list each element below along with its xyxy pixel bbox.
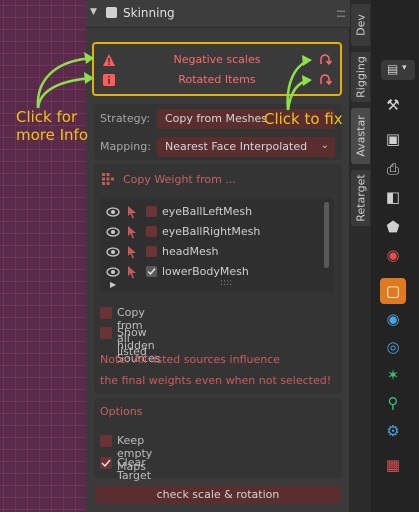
mapping-label: Mapping: bbox=[100, 140, 151, 153]
tab-label: Avastar bbox=[354, 115, 367, 157]
options-label: Options bbox=[100, 405, 143, 418]
constraints-icon: ⚲ bbox=[387, 394, 399, 412]
scene-icon: ⬟ bbox=[386, 218, 400, 236]
source-name: eyeBallLeftMesh bbox=[162, 205, 253, 218]
particles-tab[interactable]: ◎ bbox=[380, 334, 406, 360]
check-scale-rotation-button[interactable]: check scale & rotation bbox=[95, 486, 341, 504]
vertex-group-icon bbox=[102, 173, 114, 185]
eye-icon[interactable] bbox=[106, 266, 120, 278]
fix-arrow-icon[interactable] bbox=[318, 73, 332, 87]
collapse-chevron-icon[interactable]: ▼ bbox=[90, 7, 102, 19]
fix-arrow-icon[interactable] bbox=[318, 53, 332, 67]
mapping-dropdown[interactable]: Nearest Face Interpolated ⌄ bbox=[157, 137, 335, 157]
warning-text: Negative scales bbox=[173, 53, 261, 66]
warning-text: Rotated Items bbox=[178, 73, 256, 86]
output-tab[interactable]: ⎙ bbox=[380, 156, 406, 182]
source-checkbox[interactable] bbox=[146, 206, 157, 217]
data-icon: ⚙ bbox=[386, 422, 400, 440]
constraints-tab[interactable]: ⚲ bbox=[380, 390, 406, 416]
panel-type-icon bbox=[106, 7, 117, 18]
object-icon: ▢ bbox=[385, 282, 401, 300]
checkbox[interactable] bbox=[100, 327, 112, 339]
editor-type-button[interactable]: ▤ ▾ bbox=[381, 60, 415, 80]
source-checkbox-checked[interactable] bbox=[146, 266, 157, 277]
editor-type-icon: ▤ bbox=[387, 62, 399, 76]
source-name: eyeBallRightMesh bbox=[162, 225, 261, 238]
eye-icon[interactable] bbox=[106, 206, 120, 218]
chevron-down-icon: ▾ bbox=[402, 63, 407, 73]
source-checkbox[interactable] bbox=[146, 226, 157, 237]
tab-dev[interactable]: Dev bbox=[351, 4, 370, 46]
panel-title: Skinning bbox=[123, 6, 175, 20]
note-line-1: Note: All listed sources influence bbox=[100, 353, 281, 366]
particles-icon: ◎ bbox=[386, 338, 400, 356]
list-scrollbar[interactable] bbox=[324, 202, 329, 268]
expand-triangle-icon[interactable]: ▶ bbox=[110, 280, 116, 289]
chevron-down-icon: ⌄ bbox=[320, 140, 329, 151]
cursor-icon[interactable] bbox=[126, 205, 138, 219]
panel-header[interactable]: ▼ Skinning :::: bbox=[86, 0, 350, 28]
fix-annotation: Click to fix bbox=[264, 110, 343, 128]
tab-label: Dev bbox=[354, 14, 367, 36]
properties-editor-tabs: ▤ ▾ ⚒ ▣ ⎙ ◧ ⬟ ◉ ▢ ◉ ◎ ✶ ⚲ ⚙ ▦ bbox=[371, 0, 419, 512]
source-name: lowerBodyMesh bbox=[162, 265, 249, 278]
list-item[interactable]: eyeBallRightMesh bbox=[100, 222, 320, 242]
list-item[interactable]: eyeBallLeftMesh bbox=[100, 202, 320, 222]
source-list[interactable]: eyeBallLeftMesh eyeBallRightMesh headMes… bbox=[100, 198, 334, 292]
source-checkbox[interactable] bbox=[146, 246, 157, 257]
cursor-icon[interactable] bbox=[126, 245, 138, 259]
cursor-icon[interactable] bbox=[126, 265, 138, 279]
checkbox[interactable] bbox=[100, 435, 112, 447]
strategy-value: Copy from Meshes bbox=[165, 112, 267, 125]
scene-tab[interactable]: ⬟ bbox=[380, 214, 406, 240]
mapping-value: Nearest Face Interpolated bbox=[165, 140, 308, 153]
image-icon: ◧ bbox=[385, 188, 401, 206]
data-tab[interactable]: ⚙ bbox=[380, 418, 406, 444]
info-icon[interactable] bbox=[102, 73, 116, 87]
warning-triangle-icon[interactable] bbox=[102, 53, 116, 67]
checkbox[interactable] bbox=[100, 307, 112, 319]
view-layer-tab[interactable]: ◧ bbox=[380, 184, 406, 210]
viewport[interactable] bbox=[0, 0, 86, 512]
warning-box: Negative scales Rotated Items bbox=[92, 42, 342, 96]
tools-icon: ⚒ bbox=[386, 96, 400, 114]
physics-tab[interactable]: ✶ bbox=[380, 362, 406, 388]
render-icon: ▣ bbox=[385, 130, 401, 148]
drag-handle-icon[interactable]: :::: bbox=[336, 6, 346, 20]
cursor-icon[interactable] bbox=[126, 225, 138, 239]
tool-tab[interactable]: ⚒ bbox=[380, 92, 406, 118]
modifiers-tab[interactable]: ◉ bbox=[380, 306, 406, 332]
texture-tab[interactable]: ▦ bbox=[380, 452, 406, 478]
list-item[interactable]: lowerBodyMesh bbox=[100, 262, 320, 282]
physics-icon: ✶ bbox=[386, 366, 400, 384]
note-line-2: the final weights even when not selected… bbox=[100, 374, 332, 387]
list-resize-handle[interactable]: :::: bbox=[220, 278, 232, 288]
strategy-label: Strategy: bbox=[100, 112, 151, 125]
eye-icon[interactable] bbox=[106, 246, 120, 258]
sidebar-tabs: Dev Rigging Avastar Retarget bbox=[350, 0, 371, 512]
source-name: headMesh bbox=[162, 245, 219, 258]
tab-rigging[interactable]: Rigging bbox=[351, 52, 370, 102]
checkbox-checked[interactable] bbox=[100, 457, 112, 469]
list-item[interactable]: headMesh bbox=[100, 242, 320, 262]
tab-retarget[interactable]: Retarget bbox=[351, 170, 370, 226]
tab-label: Rigging bbox=[354, 56, 367, 98]
modifier-icon: ◉ bbox=[386, 310, 400, 328]
tab-avastar[interactable]: Avastar bbox=[351, 108, 370, 164]
warning-row-rotated-items[interactable]: Rotated Items bbox=[94, 70, 340, 90]
world-icon: ◉ bbox=[386, 246, 400, 264]
warning-row-negative-scales[interactable]: Negative scales bbox=[94, 50, 340, 70]
tab-label: Retarget bbox=[354, 174, 367, 222]
printer-icon: ⎙ bbox=[386, 160, 400, 178]
eye-icon[interactable] bbox=[106, 226, 120, 238]
copy-weight-label: Copy Weight from ... bbox=[123, 173, 236, 186]
info-annotation: Click for more Info bbox=[16, 108, 89, 144]
world-tab[interactable]: ◉ bbox=[380, 242, 406, 268]
render-tab[interactable]: ▣ bbox=[380, 126, 406, 152]
object-tab[interactable]: ▢ bbox=[380, 278, 406, 304]
checker-icon: ▦ bbox=[385, 456, 401, 474]
